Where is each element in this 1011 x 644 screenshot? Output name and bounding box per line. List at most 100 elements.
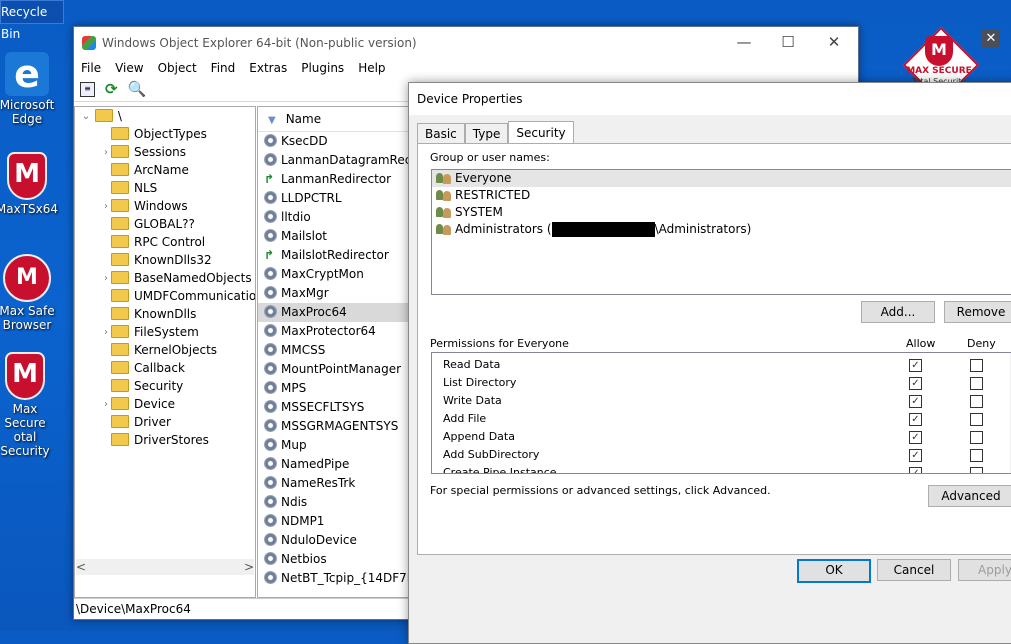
list-item-label: MaxMgr xyxy=(281,286,329,300)
tree-item[interactable]: › Windows xyxy=(75,197,255,215)
expand-icon[interactable]: › xyxy=(101,144,111,162)
menu-extras[interactable]: Extras xyxy=(242,61,294,75)
desktop-icon-label: MaxTSx64 xyxy=(0,202,59,216)
list-item-label: Mailslot xyxy=(281,229,328,243)
tree-item[interactable]: › FileSystem xyxy=(75,323,255,341)
ok-button[interactable]: OK xyxy=(797,559,871,583)
add-button[interactable]: Add... xyxy=(861,301,935,323)
tree-item-label: RPC Control xyxy=(134,235,206,249)
symlink-icon: ↱ xyxy=(264,248,275,262)
desktop-icon-label: Edge xyxy=(11,112,43,126)
deny-checkbox[interactable] xyxy=(970,431,983,444)
menu-object[interactable]: Object xyxy=(151,61,204,75)
remove-button[interactable]: Remove xyxy=(944,301,1011,323)
apply-button[interactable]: Apply xyxy=(958,559,1011,581)
tree-item[interactable]: Driver xyxy=(75,413,255,431)
allow-checkbox[interactable]: ✓ xyxy=(909,395,922,408)
desktop-icon-max-safe-browser[interactable]: M Max Safe Browser xyxy=(0,254,60,332)
deny-checkbox[interactable] xyxy=(970,449,983,462)
tree-item[interactable]: DriverStores xyxy=(75,431,255,449)
tab-basic[interactable]: Basic xyxy=(417,123,465,144)
menu-help[interactable]: Help xyxy=(351,61,392,75)
tree-item[interactable]: UMDFCommunicatio xyxy=(75,287,255,305)
list-item-label: Netbios xyxy=(281,552,327,566)
menu-file[interactable]: File xyxy=(74,61,108,75)
tree-item[interactable]: ObjectTypes xyxy=(75,125,255,143)
allow-checkbox[interactable]: ✓ xyxy=(909,377,922,390)
expand-icon[interactable]: › xyxy=(101,198,111,216)
list-item-label: MSSECFLTSYS xyxy=(281,400,365,414)
tree-item[interactable]: › BaseNamedObjects xyxy=(75,269,255,287)
deny-checkbox[interactable] xyxy=(970,413,983,426)
close-icon[interactable]: ✕ xyxy=(982,30,1000,48)
desktop-icon-edge[interactable]: e Microsoft Edge xyxy=(0,52,60,126)
expand-icon[interactable]: › xyxy=(101,396,111,414)
list-item-label: NduloDevice xyxy=(281,533,357,547)
list-item-label: LanmanRedirector xyxy=(281,172,392,186)
close-button[interactable]: ✕ xyxy=(811,27,857,57)
object-tree[interactable]: ⌄ \ ObjectTypes › Sessions ArcName NLS › Windo… xyxy=(74,106,256,598)
tree-item[interactable]: RPC Control xyxy=(75,233,255,251)
refresh-icon[interactable]: ⟳ xyxy=(105,80,118,98)
folder-icon xyxy=(111,127,129,140)
folder-icon xyxy=(111,415,129,428)
cancel-button[interactable]: Cancel xyxy=(877,559,951,581)
user-row[interactable]: RESTRICTED xyxy=(432,187,1011,204)
tree-root[interactable]: ⌄ \ xyxy=(75,107,255,125)
horizontal-scrollbar[interactable]: < > xyxy=(76,559,254,575)
tree-item[interactable]: KnownDlls32 xyxy=(75,251,255,269)
allow-checkbox[interactable]: ✓ xyxy=(909,449,922,462)
permission-name: List Directory xyxy=(443,376,517,389)
scroll-right-icon[interactable]: > xyxy=(244,560,254,574)
tree-item[interactable]: Security xyxy=(75,377,255,395)
permissions-list[interactable]: Read Data ✓ List Directory ✓ Write Data ✓ Add … xyxy=(431,352,1011,474)
tree-item[interactable]: › Sessions xyxy=(75,143,255,161)
desktop-icon-max-secure[interactable]: M Max Secure otal Security xyxy=(0,352,58,458)
scroll-left-icon[interactable]: < xyxy=(76,560,86,574)
folder-icon xyxy=(111,145,129,158)
folder-icon xyxy=(111,253,129,266)
device-gear-icon xyxy=(264,210,277,223)
deny-checkbox[interactable] xyxy=(970,395,983,408)
tree-item[interactable]: ArcName xyxy=(75,161,255,179)
user-list[interactable]: Everyone RESTRICTED SYSTEM Administrators (… xyxy=(431,169,1011,295)
desktop-icon-maxtsx64[interactable]: M MaxTSx64 xyxy=(0,152,60,216)
allow-checkbox[interactable]: ✓ xyxy=(909,431,922,444)
maximize-button[interactable]: ☐ xyxy=(765,27,811,57)
tab-security[interactable]: Security xyxy=(508,121,574,144)
user-row[interactable]: Administrators (\Administrators) xyxy=(432,221,1011,238)
allow-checkbox[interactable]: ✓ xyxy=(909,467,922,473)
allow-checkbox[interactable]: ✓ xyxy=(909,413,922,426)
tree-item[interactable]: KernelObjects xyxy=(75,341,255,359)
minimize-button[interactable]: — xyxy=(721,27,767,57)
tree-item-label: KernelObjects xyxy=(134,343,218,357)
folder-icon xyxy=(111,181,129,194)
tree-item[interactable]: › Device xyxy=(75,395,255,413)
deny-checkbox[interactable] xyxy=(970,467,983,473)
app-icon xyxy=(82,36,96,50)
tab-type[interactable]: Type xyxy=(464,123,509,144)
device-gear-icon xyxy=(264,286,277,299)
list-item-label: LLDPCTRL xyxy=(281,191,342,205)
deny-checkbox[interactable] xyxy=(970,377,983,390)
user-row[interactable]: Everyone xyxy=(432,170,1011,187)
collapse-icon[interactable]: ⌄ xyxy=(81,108,91,126)
allow-checkbox[interactable]: ✓ xyxy=(909,359,922,372)
expand-icon[interactable]: › xyxy=(101,270,111,288)
search-icon[interactable]: 🔍 xyxy=(128,80,147,98)
user-row[interactable]: SYSTEM xyxy=(432,204,1011,221)
tree-item[interactable]: NLS xyxy=(75,179,255,197)
tree-item[interactable]: GLOBAL?? xyxy=(75,215,255,233)
properties-icon[interactable]: ≡ xyxy=(80,81,95,97)
folder-icon xyxy=(111,343,129,356)
tree-item[interactable]: KnownDlls xyxy=(75,305,255,323)
menu-plugins[interactable]: Plugins xyxy=(294,61,351,75)
advanced-button[interactable]: Advanced xyxy=(928,485,1011,507)
menu-find[interactable]: Find xyxy=(204,61,243,75)
tree-item[interactable]: Callback xyxy=(75,359,255,377)
menu-view[interactable]: View xyxy=(108,61,150,75)
device-gear-icon xyxy=(264,514,277,527)
deny-checkbox[interactable] xyxy=(970,359,983,372)
recycle-bin-label[interactable]: Recycle Bin xyxy=(0,0,64,41)
expand-icon[interactable]: › xyxy=(101,324,111,342)
